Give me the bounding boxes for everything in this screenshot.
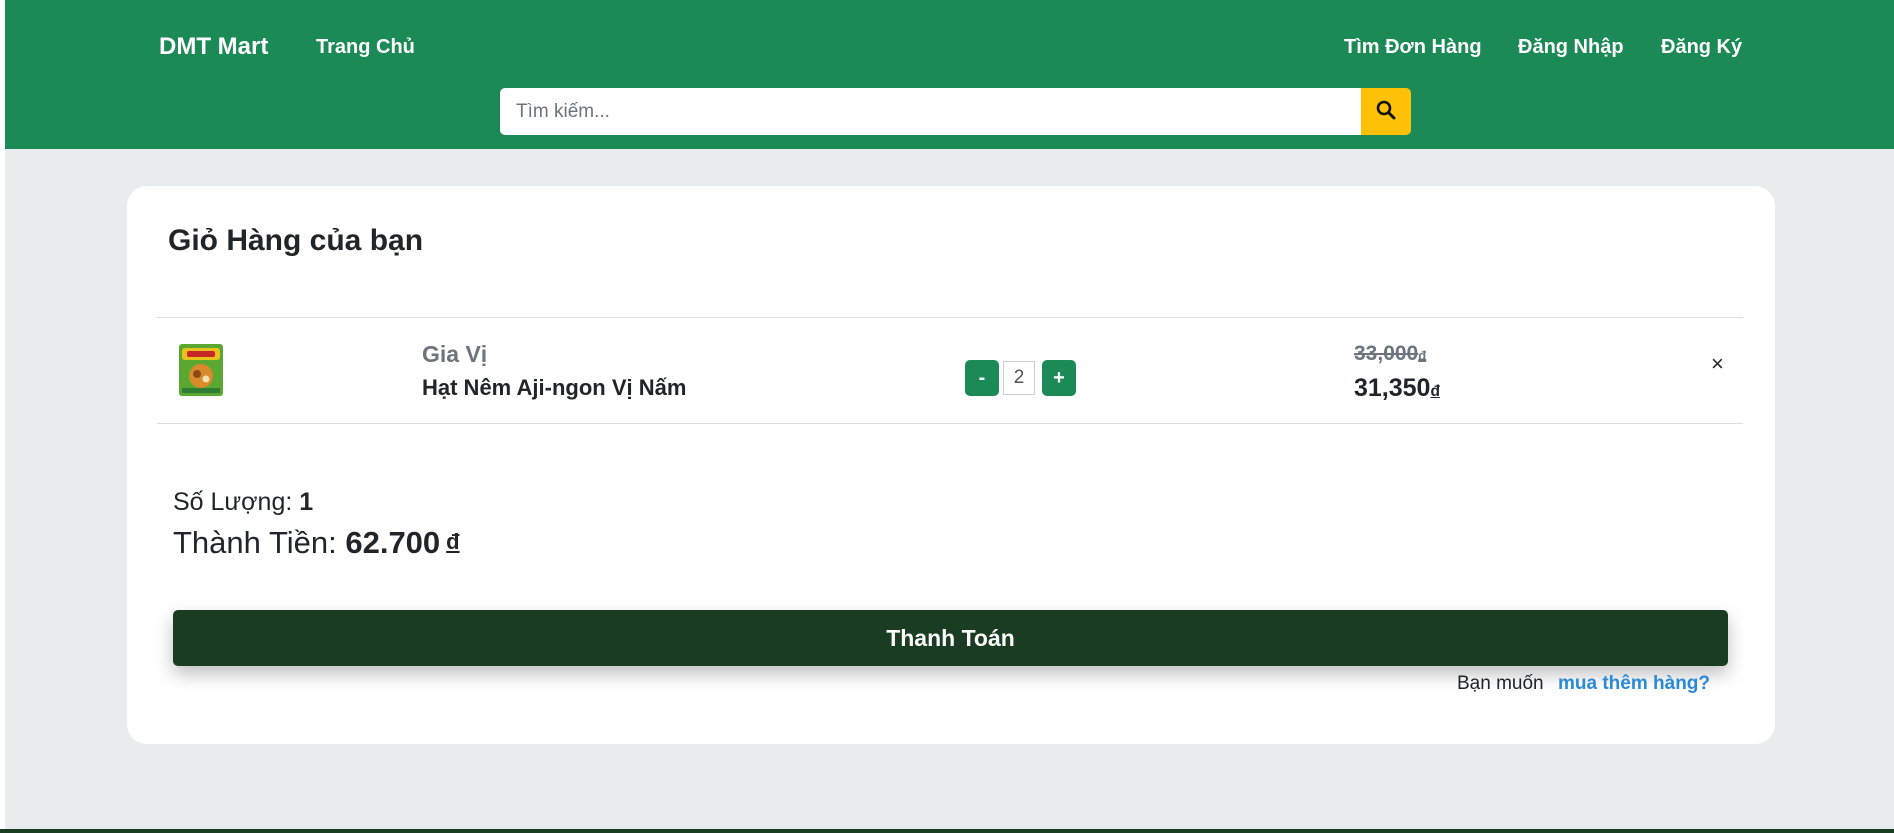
nav-find-order-link[interactable]: Tìm Đơn Hàng [1344, 36, 1482, 59]
product-category: Gia Vị [422, 341, 488, 367]
search-bar [500, 88, 1411, 135]
summary-quantity: Số Lượng: 1 [173, 488, 314, 516]
quantity-decrease-button[interactable]: - [965, 360, 999, 396]
brand-logo[interactable]: DMT Mart [159, 33, 268, 61]
nav-login-link[interactable]: Đăng Nhập [1518, 36, 1624, 59]
nav-register-link[interactable]: Đăng Ký [1661, 36, 1742, 59]
search-icon [1376, 100, 1396, 123]
cart-item-row: Gia Vị Hạt Nêm Aji-ngon Vị Nấm - + 33,00… [157, 317, 1743, 424]
product-name[interactable]: Hạt Nêm Aji-ngon Vị Nấm [422, 375, 686, 401]
product-image [179, 344, 223, 396]
quantity-increase-button[interactable]: + [1042, 360, 1076, 396]
checkout-button[interactable]: Thanh Toán [173, 610, 1728, 666]
original-price: 33,000đ [1354, 342, 1427, 365]
sale-price: 31,350đ [1354, 374, 1440, 402]
search-button[interactable] [1361, 88, 1411, 135]
nav-home-link[interactable]: Trang Chủ [316, 36, 415, 59]
continue-shopping-text: Bạn muốn [1457, 673, 1544, 694]
continue-shopping-link[interactable]: mua thêm hàng? [1558, 673, 1710, 695]
quantity-input[interactable] [1003, 361, 1035, 395]
summary-total: Thành Tiền: 62.700 đ [173, 525, 460, 560]
cart-title: Giỏ Hàng của bạn [168, 224, 424, 257]
site-header: DMT Mart Trang Chủ Tìm Đơn Hàng Đăng Nhậ… [5, 0, 1894, 149]
remove-item-close-icon[interactable]: × [1711, 351, 1724, 377]
search-input[interactable] [500, 88, 1361, 135]
cart-card: Giỏ Hàng của bạn Gia Vị Hạt Nêm Aji-ngon… [127, 186, 1775, 744]
footer-edge [0, 829, 1894, 833]
